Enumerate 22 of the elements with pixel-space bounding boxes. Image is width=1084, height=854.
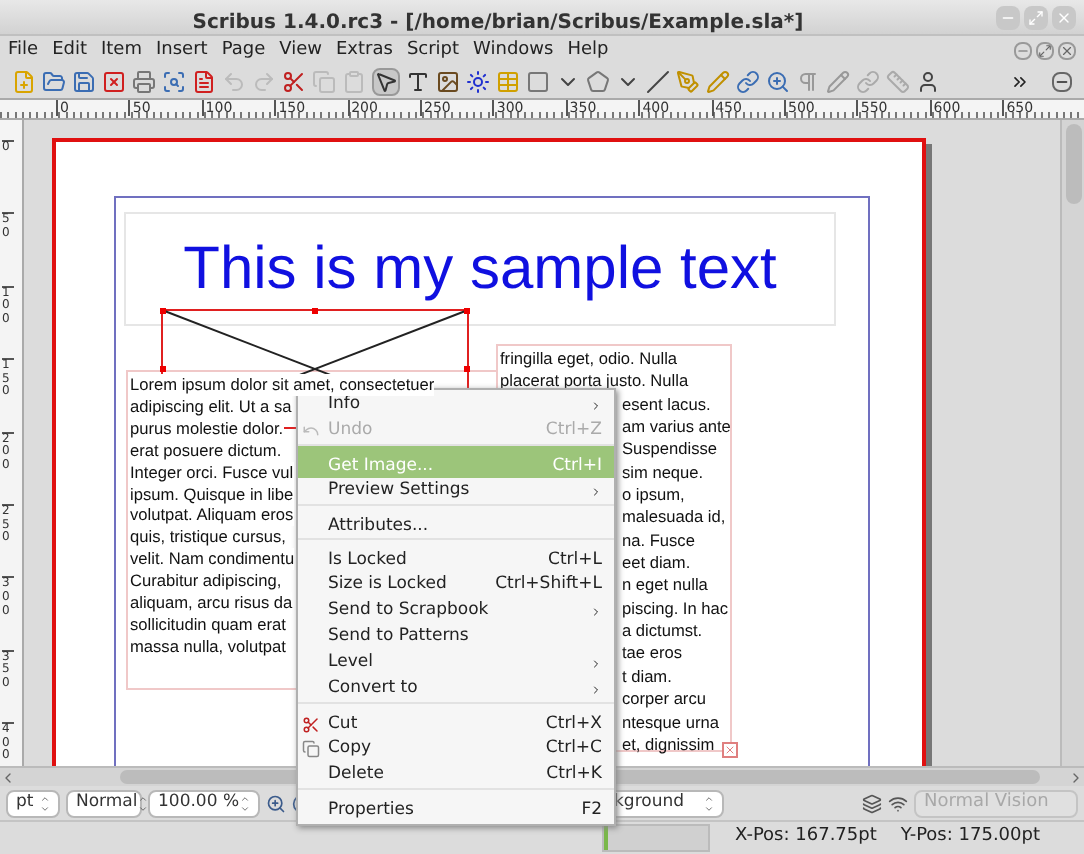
y-position: Y-Pos: 175.00pt [900,824,1040,851]
body-text-line: o ipsum, [622,484,685,507]
body-text-line: piscing. In hac [622,597,729,621]
window-title: Scribus 1.4.0.rc3 - [/home/brian/Scribus/Example.sla*] [192,11,804,33]
sample-heading: This is my sample text [183,239,777,299]
body-text-line: na. Fusce [622,529,695,553]
body-text-line: esent lacus. [622,393,711,417]
body-text-line: Suspendisse [622,438,718,462]
body-text-line: placerat porta justo. Nulla [500,370,689,394]
body-text-line: fringilla eget, odio. Nulla [500,348,678,371]
body-text-line: eet diam. [622,552,691,575]
body-text-line: corper arcu [622,688,706,711]
body-text-line: malesuada id, [622,506,726,530]
body-text-line: t diam. [622,665,672,689]
body-text-line: n eget nulla [622,574,708,598]
body-text-line: ntesque urna [622,711,719,734]
body-text-line: et, dignissim [622,733,715,757]
body-text-line: am varius ante [622,416,731,439]
body-text-line: tae eros [622,642,682,666]
x-position: X-Pos: 167.75pt [734,824,877,851]
body-text-line: sim neque. [622,461,704,485]
body-text-line: a dictumst. [622,620,703,643]
